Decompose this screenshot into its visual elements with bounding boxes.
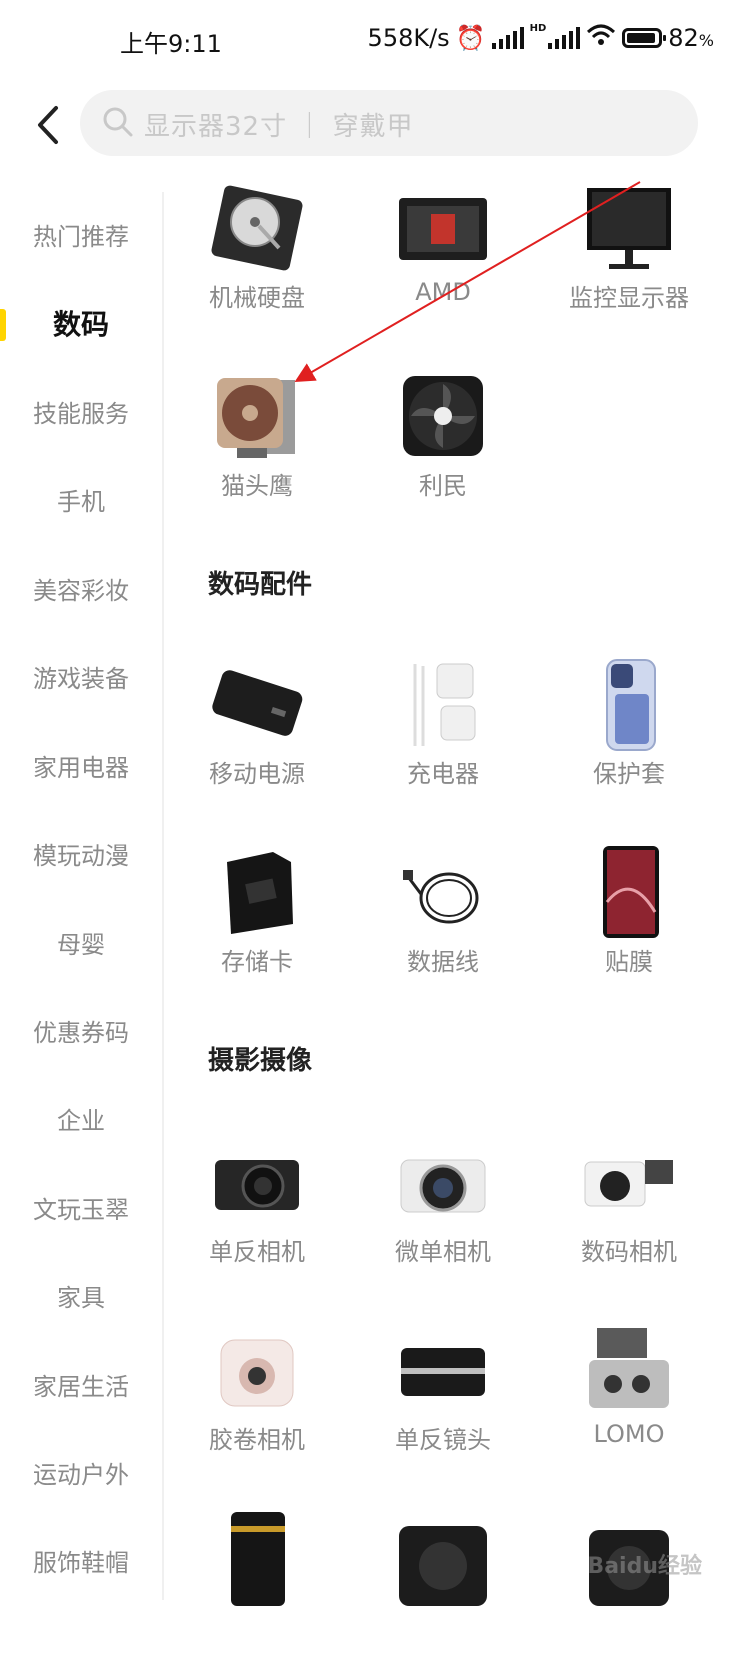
category-tile-cable[interactable]: 数据线 bbox=[350, 832, 536, 992]
sidebar-item-outdoor[interactable]: 运动户外 bbox=[0, 1445, 162, 1505]
sidebar-item-skills[interactable]: 技能服务 bbox=[0, 384, 162, 444]
category-tile-amd[interactable]: AMD bbox=[350, 168, 536, 328]
sidebar-item-apparel[interactable]: 服饰鞋帽 bbox=[0, 1533, 162, 1593]
tile-label: 存储卡 bbox=[221, 948, 293, 976]
chevron-left-icon bbox=[38, 106, 58, 144]
wifi-icon bbox=[586, 24, 616, 52]
category-tile-charger[interactable]: 充电器 bbox=[350, 644, 536, 804]
category-tile-partial-2[interactable] bbox=[350, 1496, 536, 1656]
cable-image bbox=[403, 870, 479, 924]
tile-label: 监控显示器 bbox=[569, 284, 689, 312]
search-icon bbox=[103, 107, 133, 137]
category-tile-partial-1[interactable] bbox=[164, 1496, 350, 1656]
search-placeholder: 显示器32寸 ｜ 穿戴甲 bbox=[144, 112, 414, 142]
category-tile-hdd[interactable]: 机械硬盘 bbox=[164, 168, 350, 328]
category-tile-monitor[interactable]: 监控显示器 bbox=[536, 168, 722, 328]
monitor-image bbox=[587, 188, 671, 269]
status-right: 558K/s ⏰ HD 82% bbox=[367, 22, 714, 53]
memory-card-image bbox=[227, 852, 293, 934]
power-bank-image bbox=[212, 670, 303, 736]
tile-label: 微单相机 bbox=[395, 1238, 491, 1266]
tile-label: 利民 bbox=[419, 472, 467, 500]
digital-camera-image bbox=[584, 1160, 673, 1207]
sidebar-item-hot[interactable]: 热门推荐 bbox=[0, 207, 162, 267]
section-title-photography: 摄影摄像 bbox=[208, 1046, 313, 1076]
dslr-camera-image bbox=[215, 1160, 299, 1210]
cpu-cooler-image bbox=[217, 378, 295, 458]
telephoto-lens-image bbox=[231, 1512, 285, 1606]
tile-label: 数码相机 bbox=[581, 1238, 677, 1266]
category-content: 机械硬盘 AMD 监控显示器 猫头鹰 利民 数码配件 移动电源 充电器 保护套 … bbox=[164, 160, 738, 1606]
category-tile-digital-camera[interactable]: 数码相机 bbox=[536, 1122, 722, 1282]
back-button[interactable] bbox=[28, 100, 68, 150]
category-tile-memory-card[interactable]: 存储卡 bbox=[164, 832, 350, 992]
tile-label: 数据线 bbox=[407, 948, 479, 976]
sidebar-item-digital[interactable]: 数码 bbox=[0, 295, 162, 355]
sidebar-item-coupons[interactable]: 优惠券码 bbox=[0, 1003, 162, 1063]
sidebar-item-beauty[interactable]: 美容彩妆 bbox=[0, 561, 162, 621]
category-tile-dslr[interactable]: 单反相机 bbox=[164, 1122, 350, 1282]
battery-icon bbox=[622, 28, 667, 48]
tile-label: 胶卷相机 bbox=[209, 1426, 305, 1454]
instant-camera-image bbox=[220, 1339, 294, 1407]
phone-case-image bbox=[606, 659, 656, 751]
tile-label: 贴膜 bbox=[605, 948, 653, 976]
status-time: 上午9:11 bbox=[120, 30, 222, 58]
category-tile-screen-film[interactable]: 贴膜 bbox=[536, 832, 722, 992]
hard-drive-image bbox=[211, 185, 303, 271]
sidebar-item-games[interactable]: 游戏装备 bbox=[0, 649, 162, 709]
tile-label: LOMO bbox=[593, 1420, 665, 1448]
category-sidebar: 热门推荐 数码 技能服务 手机 美容彩妆 游戏装备 家用电器 模玩动漫 母婴 优… bbox=[0, 192, 164, 1600]
category-tile-noctua[interactable]: 猫头鹰 bbox=[164, 356, 350, 516]
alarm-icon: ⏰ bbox=[455, 24, 486, 52]
mirrorless-camera-image bbox=[400, 1159, 486, 1213]
sidebar-item-business[interactable]: 企业 bbox=[0, 1091, 162, 1151]
category-tile-lomo[interactable]: LOMO bbox=[536, 1310, 722, 1470]
tile-label: 猫头鹰 bbox=[221, 472, 293, 500]
tile-label: 单反镜头 bbox=[395, 1426, 491, 1454]
section-title-accessories: 数码配件 bbox=[208, 570, 313, 600]
hd-badge: HD bbox=[529, 22, 547, 34]
search-input[interactable]: 显示器32寸 ｜ 穿戴甲 bbox=[80, 90, 698, 156]
tile-label: 移动电源 bbox=[209, 760, 305, 788]
camera-lens-image bbox=[401, 1348, 485, 1396]
category-tile-mirrorless[interactable]: 微单相机 bbox=[350, 1122, 536, 1282]
battery-percent: 82% bbox=[668, 24, 714, 52]
signal-icon-2 bbox=[548, 27, 581, 49]
status-bar: 上午9:11 558K/s ⏰ HD 82% bbox=[0, 0, 738, 84]
charger-image bbox=[413, 663, 476, 746]
sidebar-item-appliances[interactable]: 家用电器 bbox=[0, 738, 162, 798]
tile-label: 机械硬盘 bbox=[209, 284, 305, 312]
category-tile-powerbank[interactable]: 移动电源 bbox=[164, 644, 350, 804]
category-tile-thermalright[interactable]: 利民 bbox=[350, 356, 536, 516]
network-speed: 558K/s bbox=[367, 24, 450, 52]
signal-icon bbox=[491, 27, 524, 49]
screen-protector-image bbox=[603, 846, 659, 938]
sidebar-item-antiques[interactable]: 文玩玉翠 bbox=[0, 1180, 162, 1240]
sidebar-item-baby[interactable]: 母婴 bbox=[0, 915, 162, 975]
camera-image bbox=[399, 1526, 487, 1606]
tile-label: 保护套 bbox=[593, 760, 665, 788]
category-tile-case[interactable]: 保护套 bbox=[536, 644, 722, 804]
watermark: Baidu经验 bbox=[587, 1554, 702, 1579]
tile-label: 充电器 bbox=[407, 760, 479, 788]
tile-label: 单反相机 bbox=[209, 1238, 305, 1266]
tile-label: AMD bbox=[415, 278, 471, 306]
category-tile-lens[interactable]: 单反镜头 bbox=[350, 1310, 536, 1470]
sidebar-item-toys[interactable]: 模玩动漫 bbox=[0, 826, 162, 886]
sidebar-item-phone[interactable]: 手机 bbox=[0, 472, 162, 532]
lomo-camera-image bbox=[589, 1328, 669, 1408]
cpu-box-image bbox=[399, 198, 487, 260]
sidebar-item-furniture[interactable]: 家具 bbox=[0, 1268, 162, 1328]
sidebar-item-home[interactable]: 家居生活 bbox=[0, 1357, 162, 1417]
case-fan-image bbox=[403, 376, 483, 456]
category-tile-film-camera[interactable]: 胶卷相机 bbox=[164, 1310, 350, 1470]
